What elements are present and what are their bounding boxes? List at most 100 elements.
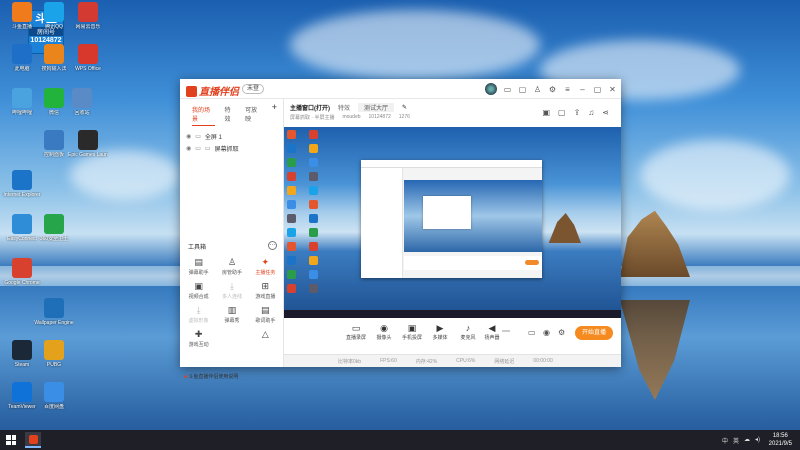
tool-item[interactable]: ▥ 弹幕秀 [215,305,248,324]
app-logo: 直播伴侣 [186,83,239,98]
app-icon [12,382,32,402]
scene-item[interactable]: ◉ ▭ 全屏 1 [180,126,283,141]
tool-item[interactable]: ✦ 主播任务 [249,257,282,276]
speaker-icon: ◀ [488,323,496,333]
bell-icon[interactable]: ♫ [588,108,594,117]
lock-icon[interactable]: ▭ [195,145,201,152]
app-icon [12,170,32,190]
camera-icon: ◉ [380,323,388,333]
tab-effects[interactable]: 特效 [224,105,236,126]
tool-item[interactable]: ⊞ 游戏直播 [249,281,282,300]
speaker-button[interactable]: ◀ 扬声器 [478,323,506,341]
tool-label: 弹幕秀 [224,318,240,324]
menu-icon[interactable]: ≡ [563,85,572,94]
gift-icon[interactable]: ▢ [518,85,527,94]
desktop-icon-label: WPS Office [75,66,101,72]
tray-ime[interactable]: 中 [722,436,728,445]
tool-item[interactable]: ▣ 视频合成 [182,281,215,300]
tab-my-scenes[interactable]: 我的场景 [192,105,216,126]
eye-icon[interactable]: ◉ [186,145,191,152]
desktop-icon-label: 搜狗输入法 [41,66,67,72]
share-icon[interactable]: ⋖ [602,108,609,117]
tray-cloud-icon[interactable]: ☁ [744,436,750,445]
camera-button[interactable]: ◉ 摄像头 [370,323,398,341]
tab-playable[interactable]: 可放映 [245,105,263,126]
status-fps: FPS:60 [380,358,397,364]
record-icon[interactable]: ▭ [528,328,536,337]
app-icon [78,44,98,64]
settings-icon[interactable]: ⚙ [548,85,557,94]
upload-icon[interactable]: ⇪ [574,108,581,117]
tool-item[interactable]: ▤ 弹幕助手 [182,257,215,276]
room-tab-effects[interactable]: 特效 [338,103,350,112]
lock-icon[interactable]: ▢ [558,108,566,117]
preview-icon [287,158,296,167]
desktop-icon[interactable]: 360安全卫士 [34,214,74,242]
more-icon[interactable]: ··· [268,241,277,250]
windows-logo-pane [11,435,16,440]
desktop-icon[interactable]: PUBG [34,340,74,368]
room-name-field[interactable]: 测试大厅 [358,103,395,112]
start-button[interactable] [6,435,16,445]
notice-icon: ■ [184,374,188,380]
tool-item[interactable]: ⤓ 虚拟形象 [182,305,215,324]
scene-panel: 我的场景 特效 可放映 + ◉ ▭ 全屏 1 ◉ ▭ ▭ 屏幕抓取 工具箱 ··· … [180,99,284,380]
desktop-icon[interactable]: Google Chrome [2,258,42,286]
app-icon [12,258,32,278]
desktop-icon[interactable]: Wallpaper Engine [34,298,74,326]
tool-label: 游戏互动 [188,342,209,348]
tray-volume-icon[interactable]: ◂) [755,436,760,445]
desktop-icon[interactable]: 网易云音乐 [68,2,108,30]
status-bitrate: 比特率0kb [338,358,362,365]
tool-icon: ⤓ [229,281,234,291]
app-icon [28,435,38,444]
desktop-icon[interactable]: 搜狗输入法 [34,44,74,72]
app-icon [12,44,32,64]
room-header: 主播窗口(打开) 特效 测试大厅 ✎ 屏幕抓取 · 半屏主播 moudeb 10… [284,99,621,127]
start-live-button[interactable]: 开始直播 [575,326,613,340]
tool-item[interactable]: ✚ 游戏互动 [182,329,215,348]
tool-item[interactable]: ⤓ 多人连线 [215,281,248,300]
maximize-icon[interactable]: ▢ [593,85,602,94]
lock-icon[interactable]: ▭ [195,133,201,140]
message-icon[interactable]: ▭ [503,85,512,94]
clock[interactable]: 18:56 2021/9/5 [769,432,792,448]
taskbar-app-live-companion[interactable] [25,432,41,448]
eye-icon[interactable]: ◉ [186,133,191,140]
desktop-icon[interactable]: Internet Explorer [2,170,42,198]
desktop-icon-label: Google Chrome [4,280,40,286]
login-chip[interactable]: 未登 [242,84,264,94]
add-scene-icon[interactable]: + [272,102,277,126]
desktop-icon[interactable]: 百度网盘 [34,382,74,410]
phone-cast-button[interactable]: ▣ 手机投屏 [398,323,426,341]
desktop-icon[interactable]: Epic Games Launcher [68,130,108,158]
tool-item[interactable]: ▤ 歌词助手 [249,305,282,324]
screen-record-button[interactable]: ▭ 直播录屏 [342,323,370,341]
preview-icon [287,130,296,139]
avatar[interactable] [485,83,497,95]
notice-link[interactable]: ■ 斗鱼直播伴侣使用说明 [184,373,238,380]
room-title[interactable]: 主播窗口(打开) [290,103,330,112]
preview-icon [309,200,318,209]
tool-item[interactable]: ♙ 房管助手 [215,257,248,276]
settings-icon[interactable]: ⚙ [558,328,565,337]
scene-source-item[interactable]: ◉ ▭ ▭ 屏幕抓取 [180,141,283,153]
minimize-icon[interactable]: – [578,85,587,94]
tool-icon: ⤓ [196,305,201,315]
edit-icon[interactable]: ✎ [402,104,407,111]
preview-icon [287,256,296,265]
desktop-icon[interactable]: 回收站 [62,88,102,116]
desktop-icon[interactable]: WPS Office [68,44,108,72]
app-icon [44,340,64,360]
tool-item[interactable]: △ [249,329,282,348]
gift-icon[interactable]: ▣ [542,108,550,117]
shirt-icon[interactable]: ♙ [533,85,542,94]
close-icon[interactable]: ✕ [608,85,617,94]
viewer-count: 1276 [398,114,410,120]
live-companion-window: 直播伴侣 未登 ▭ ▢ ♙ ⚙ ≡ – ▢ ✕ 我的场景 特效 可放映 + ◉ ▭… [180,79,621,380]
live-preview[interactable] [284,127,621,318]
tool-item[interactable] [215,329,248,348]
tray-lang[interactable]: 英 [733,436,739,445]
eye-icon[interactable]: ◉ [543,328,550,337]
media-button[interactable]: ▶ 多媒体 [426,323,454,341]
